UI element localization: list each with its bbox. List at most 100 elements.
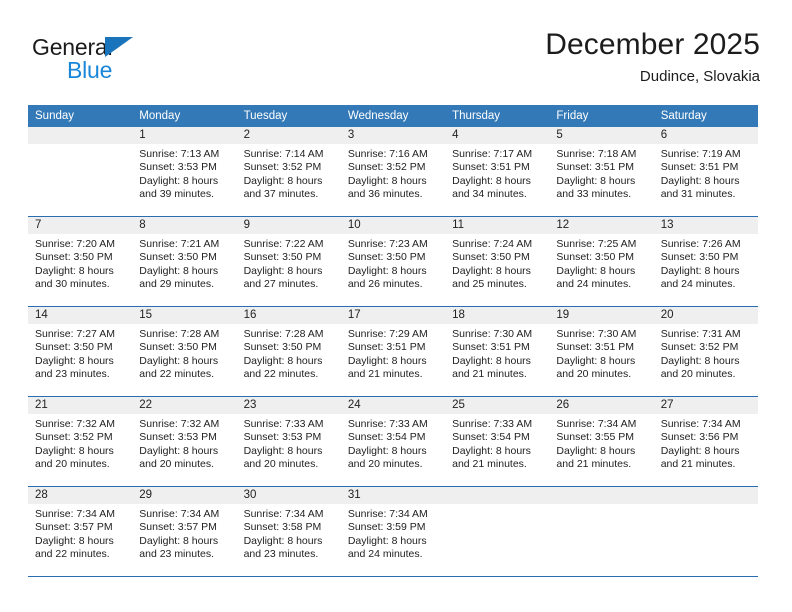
day-detail-daylight-1: Daylight: 8 hours bbox=[243, 354, 323, 367]
day-detail-daylight-1: Daylight: 8 hours bbox=[347, 174, 427, 187]
day-detail-sunrise: Sunrise: 7:32 AM bbox=[139, 418, 220, 430]
title-block: December 2025 Dudince, Slovakia bbox=[545, 26, 760, 88]
calendar-day-cell[interactable]: 8 Sunrise: 7:21 AM Sunset: 3:50 PM Daylight… bbox=[132, 216, 237, 307]
day-detail-daylight-1: Daylight: 8 hours bbox=[556, 174, 636, 187]
calendar-day-cell[interactable]: 10 Sunrise: 7:23 AM Sunset: 3:50 PM Dayligh… bbox=[340, 216, 446, 307]
day-detail-daylight-1: Daylight: 8 hours bbox=[452, 354, 531, 367]
calendar-day-cell[interactable]: 13 Sunrise: 7:26 AM Sunset: 3:50 PM Dayligh… bbox=[653, 216, 758, 307]
day-number: 6 bbox=[653, 127, 758, 144]
day-detail-sunrise: Sunrise: 7:33 AM bbox=[452, 418, 533, 430]
day-detail-daylight-1: Daylight: 8 hours bbox=[243, 444, 323, 457]
day-detail-sunset: Sunset: 3:56 PM bbox=[660, 431, 739, 444]
day-detail-sunrise: Sunrise: 7:17 AM bbox=[452, 148, 533, 160]
day-detail-daylight-1: Daylight: 8 hours bbox=[243, 174, 323, 187]
day-detail-sunset: Sunset: 3:52 PM bbox=[243, 161, 322, 174]
calendar-day-cell[interactable]: 22 Sunrise: 7:32 AM Sunset: 3:53 PM Dayligh… bbox=[132, 396, 237, 487]
calendar-day-cell[interactable]: 29 Sunrise: 7:34 AM Sunset: 3:57 PM Dayligh… bbox=[132, 486, 237, 576]
calendar-day-cell[interactable]: 7 Sunrise: 7:20 AM Sunset: 3:50 PM Daylight… bbox=[28, 216, 133, 307]
day-detail-daylight-2: and 29 minutes. bbox=[139, 278, 214, 291]
day-details: Sunrise: 7:24 AM Sunset: 3:50 PM Daylight:… bbox=[445, 234, 549, 292]
calendar-day-cell[interactable]: 9 Sunrise: 7:22 AM Sunset: 3:50 PM Daylight… bbox=[236, 216, 341, 307]
calendar-day-cell[interactable]: 17 Sunrise: 7:29 AM Sunset: 3:51 PM Dayligh… bbox=[340, 306, 446, 397]
day-detail-sunrise: Sunrise: 7:24 AM bbox=[452, 238, 533, 250]
calendar-day-cell[interactable]: 4 Sunrise: 7:17 AM Sunset: 3:51 PM Daylight… bbox=[445, 127, 550, 217]
calendar-day-cell[interactable]: 31 Sunrise: 7:34 AM Sunset: 3:59 PM Dayligh… bbox=[340, 486, 446, 576]
calendar-day-cell[interactable]: 27 Sunrise: 7:34 AM Sunset: 3:56 PM Dayligh… bbox=[653, 396, 758, 487]
day-detail-daylight-2: and 21 minutes. bbox=[660, 458, 736, 471]
calendar-day-cell[interactable]: 6 Sunrise: 7:19 AM Sunset: 3:51 PM Daylight… bbox=[653, 127, 758, 217]
calendar-day-cell[interactable]: 30 Sunrise: 7:34 AM Sunset: 3:58 PM Dayligh… bbox=[236, 486, 341, 576]
calendar-day-cell[interactable]: 11 Sunrise: 7:24 AM Sunset: 3:50 PM Dayligh… bbox=[445, 216, 550, 307]
day-detail-daylight-1: Daylight: 8 hours bbox=[452, 444, 531, 457]
day-detail-sunset: Sunset: 3:52 PM bbox=[35, 431, 113, 444]
day-detail-daylight-2: and 24 minutes. bbox=[556, 278, 632, 291]
day-detail-sunrise: Sunrise: 7:18 AM bbox=[556, 148, 637, 160]
calendar-day-cell[interactable]: 23 Sunrise: 7:33 AM Sunset: 3:53 PM Dayligh… bbox=[236, 396, 341, 487]
calendar-day-cell[interactable]: 26 Sunrise: 7:34 AM Sunset: 3:55 PM Dayligh… bbox=[549, 396, 654, 487]
day-detail-sunset: Sunset: 3:53 PM bbox=[139, 431, 217, 444]
day-detail-daylight-1: Daylight: 8 hours bbox=[35, 444, 114, 457]
calendar-day-cell[interactable]: 3 Sunrise: 7:16 AM Sunset: 3:52 PM Daylight… bbox=[340, 127, 446, 217]
calendar-day-cell[interactable]: 21 Sunrise: 7:32 AM Sunset: 3:52 PM Dayligh… bbox=[28, 396, 133, 487]
day-detail-sunset: Sunset: 3:54 PM bbox=[347, 431, 426, 444]
day-detail-daylight-2: and 21 minutes. bbox=[347, 368, 423, 381]
calendar-day-cell[interactable]: 28 Sunrise: 7:34 AM Sunset: 3:57 PM Dayligh… bbox=[28, 486, 133, 576]
day-details: Sunrise: 7:34 AM Sunset: 3:57 PM Daylight:… bbox=[28, 504, 132, 562]
day-number bbox=[445, 487, 550, 504]
day-number: 3 bbox=[340, 127, 446, 144]
day-details: Sunrise: 7:27 AM Sunset: 3:50 PM Daylight:… bbox=[28, 324, 132, 382]
weekday-header-thursday: Thursday bbox=[445, 105, 550, 127]
day-detail-daylight-1: Daylight: 8 hours bbox=[243, 264, 323, 277]
day-detail-sunrise: Sunrise: 7:27 AM bbox=[35, 328, 115, 340]
day-detail-sunset: Sunset: 3:51 PM bbox=[452, 161, 530, 174]
day-number: 21 bbox=[28, 397, 133, 414]
calendar-day-cell[interactable]: 24 Sunrise: 7:33 AM Sunset: 3:54 PM Dayligh… bbox=[340, 396, 446, 487]
day-detail-sunset: Sunset: 3:53 PM bbox=[139, 161, 217, 174]
day-details: Sunrise: 7:13 AM Sunset: 3:53 PM Daylight:… bbox=[132, 144, 236, 202]
day-detail-daylight-1: Daylight: 8 hours bbox=[347, 534, 427, 547]
day-detail-sunset: Sunset: 3:50 PM bbox=[139, 251, 217, 264]
day-number: 14 bbox=[28, 307, 133, 324]
day-detail-sunset: Sunset: 3:57 PM bbox=[139, 521, 217, 534]
day-details: Sunrise: 7:34 AM Sunset: 3:56 PM Daylight:… bbox=[654, 414, 758, 472]
day-detail-daylight-2: and 27 minutes. bbox=[243, 278, 319, 291]
day-detail-sunrise: Sunrise: 7:19 AM bbox=[660, 148, 741, 160]
calendar-week-row: 21 Sunrise: 7:32 AM Sunset: 3:52 PM Dayligh… bbox=[28, 396, 758, 487]
calendar-day-cell[interactable]: 15 Sunrise: 7:28 AM Sunset: 3:50 PM Dayligh… bbox=[132, 306, 237, 397]
day-details: Sunrise: 7:33 AM Sunset: 3:53 PM Daylight:… bbox=[237, 414, 341, 472]
day-detail-daylight-1: Daylight: 8 hours bbox=[35, 354, 114, 367]
day-number: 28 bbox=[28, 487, 133, 504]
day-details: Sunrise: 7:30 AM Sunset: 3:51 PM Daylight:… bbox=[549, 324, 653, 382]
day-number: 26 bbox=[549, 397, 654, 414]
day-detail-daylight-1: Daylight: 8 hours bbox=[556, 354, 636, 367]
day-detail-sunset: Sunset: 3:54 PM bbox=[452, 431, 530, 444]
calendar-day-cell[interactable]: 2 Sunrise: 7:14 AM Sunset: 3:52 PM Daylight… bbox=[236, 127, 341, 217]
day-details: Sunrise: 7:20 AM Sunset: 3:50 PM Daylight:… bbox=[28, 234, 132, 292]
day-detail-sunrise: Sunrise: 7:22 AM bbox=[243, 238, 324, 250]
day-detail-sunset: Sunset: 3:50 PM bbox=[347, 251, 426, 264]
calendar-page: General Blue December 2025 Dudince, Slov… bbox=[0, 0, 792, 612]
calendar-day-cell[interactable]: 12 Sunrise: 7:25 AM Sunset: 3:50 PM Dayligh… bbox=[549, 216, 654, 307]
calendar-week-row: 7 Sunrise: 7:20 AM Sunset: 3:50 PM Daylight… bbox=[28, 216, 758, 307]
calendar-day-cell[interactable]: 16 Sunrise: 7:28 AM Sunset: 3:50 PM Dayligh… bbox=[236, 306, 341, 397]
general-blue-logo: General Blue bbox=[32, 34, 232, 92]
calendar-day-cell[interactable]: 19 Sunrise: 7:30 AM Sunset: 3:51 PM Dayligh… bbox=[549, 306, 654, 397]
day-detail-sunset: Sunset: 3:50 PM bbox=[556, 251, 635, 264]
day-detail-daylight-1: Daylight: 8 hours bbox=[556, 264, 636, 277]
day-details: Sunrise: 7:21 AM Sunset: 3:50 PM Daylight:… bbox=[132, 234, 236, 292]
day-details: Sunrise: 7:19 AM Sunset: 3:51 PM Daylight:… bbox=[654, 144, 758, 202]
weekday-header-saturday: Saturday bbox=[653, 105, 758, 127]
day-detail-sunrise: Sunrise: 7:34 AM bbox=[347, 508, 428, 520]
calendar-day-cell[interactable]: 5 Sunrise: 7:18 AM Sunset: 3:51 PM Daylight… bbox=[549, 127, 654, 217]
day-detail-sunset: Sunset: 3:51 PM bbox=[452, 341, 530, 354]
day-detail-daylight-1: Daylight: 8 hours bbox=[347, 354, 427, 367]
calendar-day-cell[interactable]: 20 Sunrise: 7:31 AM Sunset: 3:52 PM Dayligh… bbox=[653, 306, 758, 397]
day-number: 24 bbox=[340, 397, 446, 414]
day-number: 30 bbox=[236, 487, 341, 504]
calendar-day-cell[interactable]: 1 Sunrise: 7:13 AM Sunset: 3:53 PM Daylight… bbox=[132, 127, 237, 217]
day-detail-daylight-1: Daylight: 8 hours bbox=[660, 174, 740, 187]
day-detail-daylight-1: Daylight: 8 hours bbox=[139, 534, 219, 547]
calendar-day-cell[interactable]: 25 Sunrise: 7:33 AM Sunset: 3:54 PM Dayligh… bbox=[445, 396, 550, 487]
calendar-day-cell[interactable]: 18 Sunrise: 7:30 AM Sunset: 3:51 PM Dayligh… bbox=[445, 306, 550, 397]
calendar-day-cell[interactable]: 14 Sunrise: 7:27 AM Sunset: 3:50 PM Dayligh… bbox=[28, 306, 133, 397]
